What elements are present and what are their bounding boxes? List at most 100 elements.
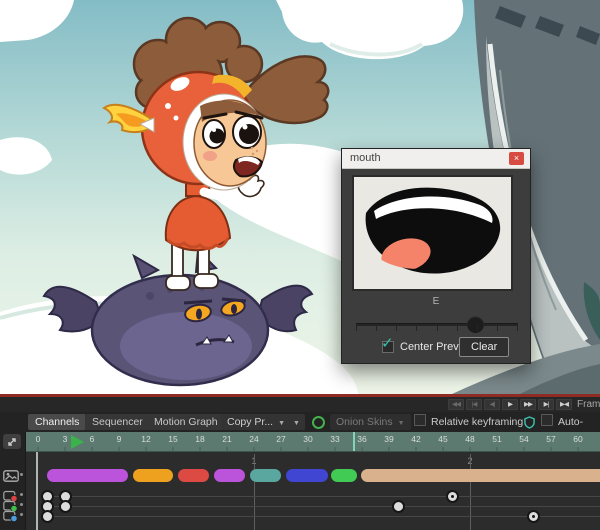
auto-freeze-checkbox[interactable] (541, 414, 553, 426)
ruler-label: 54 (519, 434, 529, 444)
ruler-tick (550, 447, 552, 451)
current-frame-cursor[interactable] (36, 452, 38, 530)
keyframe-ring[interactable] (526, 509, 540, 523)
ruler-tick (199, 447, 201, 451)
transport-bar: ◀◀|◀◀|▶▶▶▶|▶◀ Frame (0, 397, 600, 412)
chevron-down-icon: ▼ (397, 420, 405, 427)
ruler-tick (118, 447, 120, 451)
ruler-label: 51 (492, 434, 502, 444)
timeline-bar[interactable] (361, 469, 600, 482)
ruler-label: 57 (546, 434, 556, 444)
ruler-label: 3 (62, 434, 68, 444)
relative-keyframing-option: Relative keyframing (414, 414, 523, 430)
tab-channels[interactable]: Channels (28, 414, 87, 430)
ruler-label: 12 (141, 434, 151, 444)
transport-button[interactable]: ▶ (502, 399, 518, 410)
ruler-tick (388, 447, 390, 451)
ruler-tick (145, 447, 147, 451)
slider-tick (396, 324, 398, 331)
ruler-label: 45 (438, 434, 448, 444)
ruler-label: 30 (303, 434, 313, 444)
auto-freeze-option: Auto-freeze keys (541, 414, 600, 444)
ruler-tick (469, 447, 471, 451)
transport-button[interactable]: ▶| (538, 399, 554, 410)
moho-application-window: ◀◀|◀◀|▶▶▶▶|▶◀ Frame Channels Sequencer M… (0, 0, 600, 530)
slider-tick (517, 324, 518, 331)
mouth-preview-panel: mouth × E ✓ Center Preview Clear (341, 148, 531, 364)
timeline-bar[interactable] (213, 469, 245, 482)
timeline-bar[interactable] (250, 469, 281, 482)
second-marker-line (470, 454, 471, 530)
ruler-tick (64, 447, 66, 451)
transport-button[interactable]: ◀| (484, 399, 500, 410)
mouth-artwork (365, 187, 501, 274)
ruler-tick (334, 447, 336, 451)
transport-button[interactable]: ◀◀ (448, 399, 464, 410)
ruler-label: 0 (35, 434, 41, 444)
ruler-tick (442, 447, 444, 451)
ruler-tick (280, 447, 282, 451)
panel-footer: ✓ Center Preview Clear (342, 335, 530, 359)
ruler-label: 42 (411, 434, 421, 444)
timeline-bar[interactable] (47, 469, 128, 482)
slider-tick (436, 324, 438, 331)
ruler-label: 48 (465, 434, 475, 444)
playhead-triangle[interactable] (71, 435, 84, 449)
onion-skin-button[interactable] (312, 414, 325, 430)
copy-dropdown[interactable]: Copy Pr... ▼ (221, 414, 292, 430)
tab-sequencer[interactable]: Sequencer (85, 414, 150, 430)
close-icon[interactable]: × (509, 152, 524, 165)
center-preview-checkbox[interactable]: ✓ (381, 335, 394, 353)
slider-tick (356, 324, 357, 331)
checkmark-icon: ✓ (381, 335, 394, 352)
relative-keyframing-checkbox[interactable] (414, 414, 426, 426)
channel-row-line (46, 495, 600, 497)
expand-icon (8, 437, 16, 446)
timeline-bar[interactable] (331, 469, 357, 482)
tab-motion-graph[interactable]: Motion Graph (147, 414, 225, 430)
ruler-tick (37, 447, 39, 451)
ruler-label: 33 (330, 434, 340, 444)
keyframe-solid[interactable] (391, 499, 405, 513)
ruler-label: 9 (116, 434, 122, 444)
slider-tick (376, 324, 378, 331)
timeline-bar[interactable] (177, 469, 209, 482)
ruler-tick (415, 447, 417, 451)
chevron-down-icon: ▼ (293, 420, 300, 427)
ruler-label: 27 (276, 434, 286, 444)
transport-button[interactable]: |◀ (466, 399, 482, 410)
ruler-tick (307, 447, 309, 451)
panel-title-bar[interactable]: mouth × (342, 149, 530, 169)
channel-row-line (46, 505, 600, 507)
phoneme-slider-track[interactable] (356, 316, 518, 333)
timeline-toolbar: Channels Sequencer Motion Graph Copy Pr.… (0, 412, 600, 444)
keyframe-solid[interactable] (40, 509, 54, 523)
timeline-bar[interactable] (132, 469, 173, 482)
keyframe-ring[interactable] (445, 489, 459, 503)
panel-title: mouth (350, 152, 381, 164)
keyframe-solid[interactable] (58, 499, 72, 513)
ruler-label: 24 (249, 434, 259, 444)
timeline-tracks[interactable]: 12 (0, 452, 600, 530)
playback-controls: ◀◀ |◀ ◀| ▶ ▶▶ ▶| ▶◀ (448, 399, 572, 410)
ruler-tick (91, 447, 93, 451)
ruler-tick (523, 447, 525, 451)
timeline-bar[interactable] (286, 469, 328, 482)
slider-tick (416, 324, 418, 331)
extra-dropdown[interactable]: ▼ (288, 414, 305, 430)
ruler-label: 36 (357, 434, 367, 444)
clear-button[interactable]: Clear (459, 337, 510, 357)
slider-tick (496, 324, 498, 331)
channel-row-line (46, 515, 600, 517)
mouth-preview-area (352, 175, 513, 291)
expand-timeline-button[interactable] (3, 434, 21, 449)
ruler-tick (253, 447, 255, 451)
phoneme-label: E (432, 296, 440, 307)
ruler-label: 18 (195, 434, 205, 444)
onion-skins-dropdown[interactable]: Onion Skins ▼ (330, 414, 411, 430)
frame-ruler[interactable]: 0 3 6 9 12 15 18 21 24 27 30 33 36 39 42 45 48 51 54 57 60 (26, 432, 600, 452)
timeline-panel: 03691215182124273033363942454851545760 1… (0, 432, 600, 530)
ruler-tick (226, 447, 228, 451)
transport-button[interactable]: ▶▶ (520, 399, 536, 410)
transport-button[interactable]: ▶◀ (556, 399, 572, 410)
